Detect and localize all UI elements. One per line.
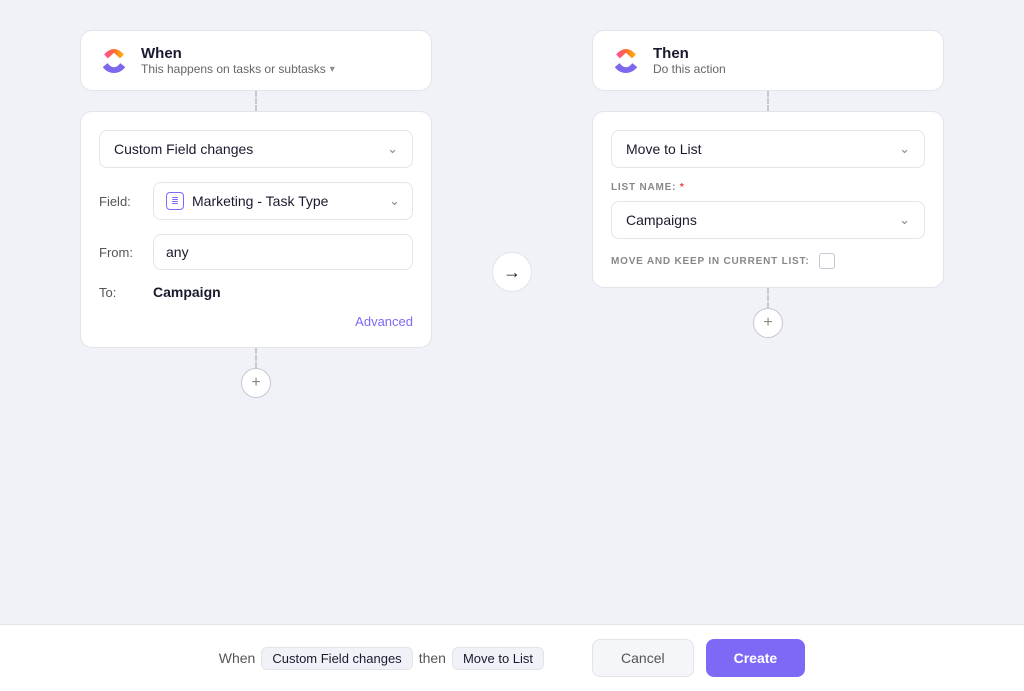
canvas: When This happens on tasks or subtasks ▾… (0, 0, 1024, 624)
from-row: From: (99, 234, 413, 270)
trigger-select[interactable]: Custom Field changes ⌄ (99, 130, 413, 168)
when-dashed-top (255, 91, 257, 111)
then-dashed-bottom (767, 288, 769, 308)
columns-wrapper: When This happens on tasks or subtasks ▾… (40, 30, 984, 398)
bottom-summary: When Custom Field changes then Move to L… (219, 647, 544, 670)
subtitle-chevron[interactable]: ▾ (330, 64, 335, 75)
when-add-button[interactable]: + (241, 368, 271, 398)
list-name-select[interactable]: Campaigns ⌄ (611, 201, 925, 239)
then-header-text: Then Do this action (653, 45, 726, 76)
then-content-card: Move to List ⌄ LIST NAME: * Campaigns ⌄ … (592, 111, 944, 288)
then-add-button[interactable]: + (753, 308, 783, 338)
list-name-label: LIST NAME: * (611, 182, 925, 193)
create-button[interactable]: Create (706, 639, 806, 677)
when-content-card: Custom Field changes ⌄ Field: ≣ Marketin… (80, 111, 432, 348)
field-row: Field: ≣ Marketing - Task Type ⌄ (99, 182, 413, 220)
then-summary-text: then (419, 650, 446, 666)
trigger-summary-badge: Custom Field changes (261, 647, 412, 670)
when-dashed-bottom (255, 348, 257, 368)
required-marker: * (680, 182, 685, 193)
when-header-text: When This happens on tasks or subtasks ▾ (141, 45, 335, 76)
to-row: To: Campaign (99, 284, 413, 300)
field-tag-icon: ≣ (166, 192, 184, 210)
clickup-logo-then (611, 46, 641, 76)
then-subtitle: Do this action (653, 62, 726, 76)
list-name-chevron: ⌄ (899, 212, 910, 228)
move-keep-row: MOVE AND KEEP IN CURRENT LIST: (611, 253, 925, 269)
move-keep-label: MOVE AND KEEP IN CURRENT LIST: (611, 256, 809, 267)
to-label: To: (99, 285, 143, 300)
to-value: Campaign (153, 284, 221, 300)
when-header-card: When This happens on tasks or subtasks ▾ (80, 30, 432, 91)
when-column: When This happens on tasks or subtasks ▾… (80, 30, 432, 398)
trigger-chevron: ⌄ (387, 141, 398, 157)
field-label: Field: (99, 194, 143, 209)
then-title: Then (653, 45, 726, 62)
bottom-actions: Cancel Create (592, 639, 805, 677)
from-label: From: (99, 245, 143, 260)
move-keep-checkbox[interactable] (819, 253, 835, 269)
then-header-card: Then Do this action (592, 30, 944, 91)
action-chevron: ⌄ (899, 141, 910, 157)
action-select[interactable]: Move to List ⌄ (611, 130, 925, 168)
action-summary-badge: Move to List (452, 647, 544, 670)
bottom-bar: When Custom Field changes then Move to L… (0, 624, 1024, 691)
when-summary-text: When (219, 650, 256, 666)
field-chevron: ⌄ (389, 193, 400, 209)
clickup-logo (99, 46, 129, 76)
then-dashed-top (767, 91, 769, 111)
arrow-connector: → (492, 252, 532, 292)
cancel-button[interactable]: Cancel (592, 639, 694, 677)
from-input[interactable] (153, 234, 413, 270)
then-column: Then Do this action Move to List ⌄ LIST … (592, 30, 944, 398)
when-subtitle: This happens on tasks or subtasks ▾ (141, 62, 335, 76)
field-select[interactable]: ≣ Marketing - Task Type ⌄ (153, 182, 413, 220)
advanced-link[interactable]: Advanced (99, 314, 413, 329)
when-title: When (141, 45, 335, 62)
